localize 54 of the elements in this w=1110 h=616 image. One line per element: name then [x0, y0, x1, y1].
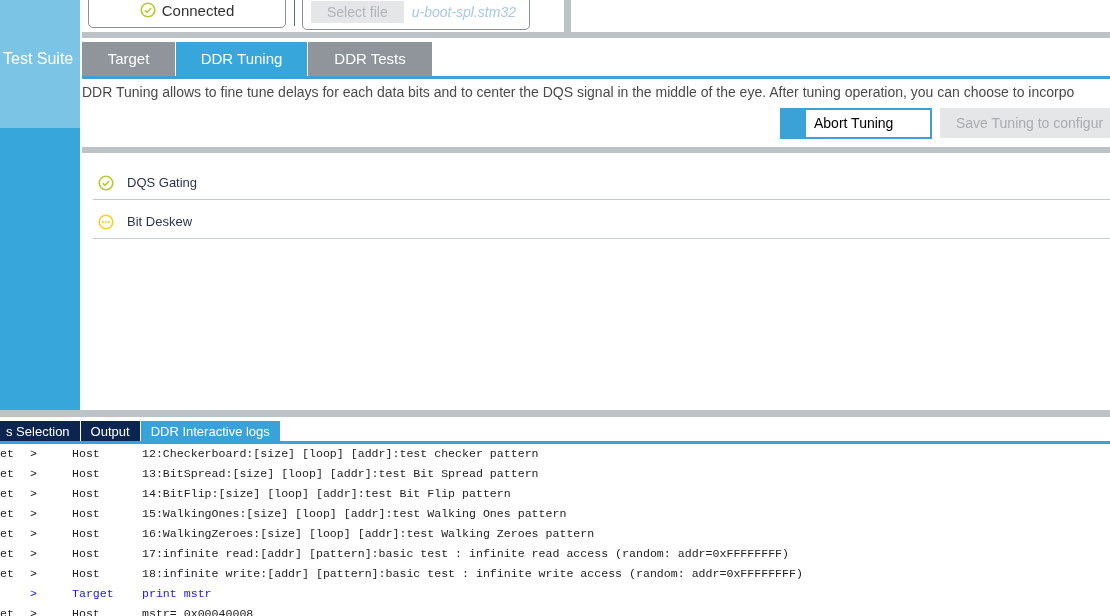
log-tab[interactable]: Output	[80, 421, 140, 441]
log-direction: >	[30, 446, 38, 462]
splitter-bar[interactable]	[564, 0, 571, 32]
log-cell-text: et	[0, 446, 15, 462]
tab[interactable]: Target	[82, 42, 175, 76]
log-direction: >	[30, 466, 38, 482]
splitter-bar[interactable]	[0, 410, 1110, 417]
log-source: Host	[72, 566, 101, 582]
log-direction: >	[30, 606, 38, 616]
log-message: 12:Checkerboard:[size] [loop] [addr]:test checker pattern	[142, 446, 539, 462]
splitter-bar[interactable]	[82, 147, 1110, 153]
tab[interactable]: DDR Tuning	[176, 42, 307, 76]
log-source: Host	[72, 466, 101, 482]
check-circle-icon	[139, 2, 156, 18]
check-circle-icon	[98, 175, 114, 191]
log-source: Host	[72, 506, 101, 522]
log-tab[interactable]: DDR Interactive logs	[140, 421, 280, 441]
log-cell-text: et	[0, 466, 15, 482]
log-direction: >	[30, 486, 38, 502]
step-row[interactable]: Bit Deskew	[93, 200, 1110, 239]
log-message: 18:infinite write:[addr] [pattern]:basic test : infinite write access (random: addr=0xFFFFFFFF)	[142, 566, 803, 582]
log-cell-text: et	[0, 546, 15, 562]
step-row[interactable]: DQS Gating	[93, 161, 1110, 200]
log-direction: >	[30, 526, 38, 542]
log-message: 17:infinite read:[addr] [pattern]:basic test : infinite read access (random: addr=0xFFFFFFFF)	[142, 546, 790, 562]
step-label: Bit Deskew	[127, 213, 193, 232]
log-source: Host	[72, 486, 101, 502]
abort-button[interactable]: Abort Tuning	[780, 108, 932, 139]
log-message: 14:BitFlip:[size] [loop] [addr]:test Bit Flip pattern	[142, 486, 511, 502]
description-text: DDR Tuning allows to fine tune delays for each data bits and to center the DQS signal in the middle of the eye. After tuning operation, you can choose to incorpo	[82, 83, 1076, 101]
log-cell-text: et	[0, 486, 15, 502]
log-direction: >	[30, 566, 38, 582]
log-cell-text: et	[0, 526, 15, 542]
log-source: Host	[72, 446, 101, 462]
step-label: DQS Gating	[127, 174, 198, 193]
log-message: 13:BitSpread:[size] [loop] [addr]:test Bit Spread pattern	[142, 466, 539, 482]
sidebar-label: Test Suite	[2, 49, 74, 69]
log-tab[interactable]: s Selection	[0, 421, 80, 441]
log-source: Host	[72, 546, 101, 562]
file-name: u-boot-spl.stm32	[411, 5, 516, 22]
log-cell-text: et	[0, 506, 15, 522]
log-message: print mstr	[142, 586, 212, 602]
dots-circle-icon	[98, 214, 114, 230]
log-source: Target	[72, 586, 115, 602]
log-source: Host	[72, 526, 101, 542]
log-direction: >	[30, 506, 38, 522]
log-message: 15:WalkingOnes:[size] [loop] [addr]:test Walking Ones pattern	[142, 506, 567, 522]
log-cell-text: et	[0, 566, 15, 582]
log-direction: >	[30, 586, 38, 602]
connection-status: Connected	[161, 3, 235, 18]
log-message: 16:WalkingZeroes:[size] [loop] [addr]:test Walking Zeroes pattern	[142, 526, 595, 542]
log-direction: >	[30, 546, 38, 562]
splitter-bar[interactable]	[82, 32, 1110, 38]
tab[interactable]: DDR Tests	[308, 42, 432, 76]
